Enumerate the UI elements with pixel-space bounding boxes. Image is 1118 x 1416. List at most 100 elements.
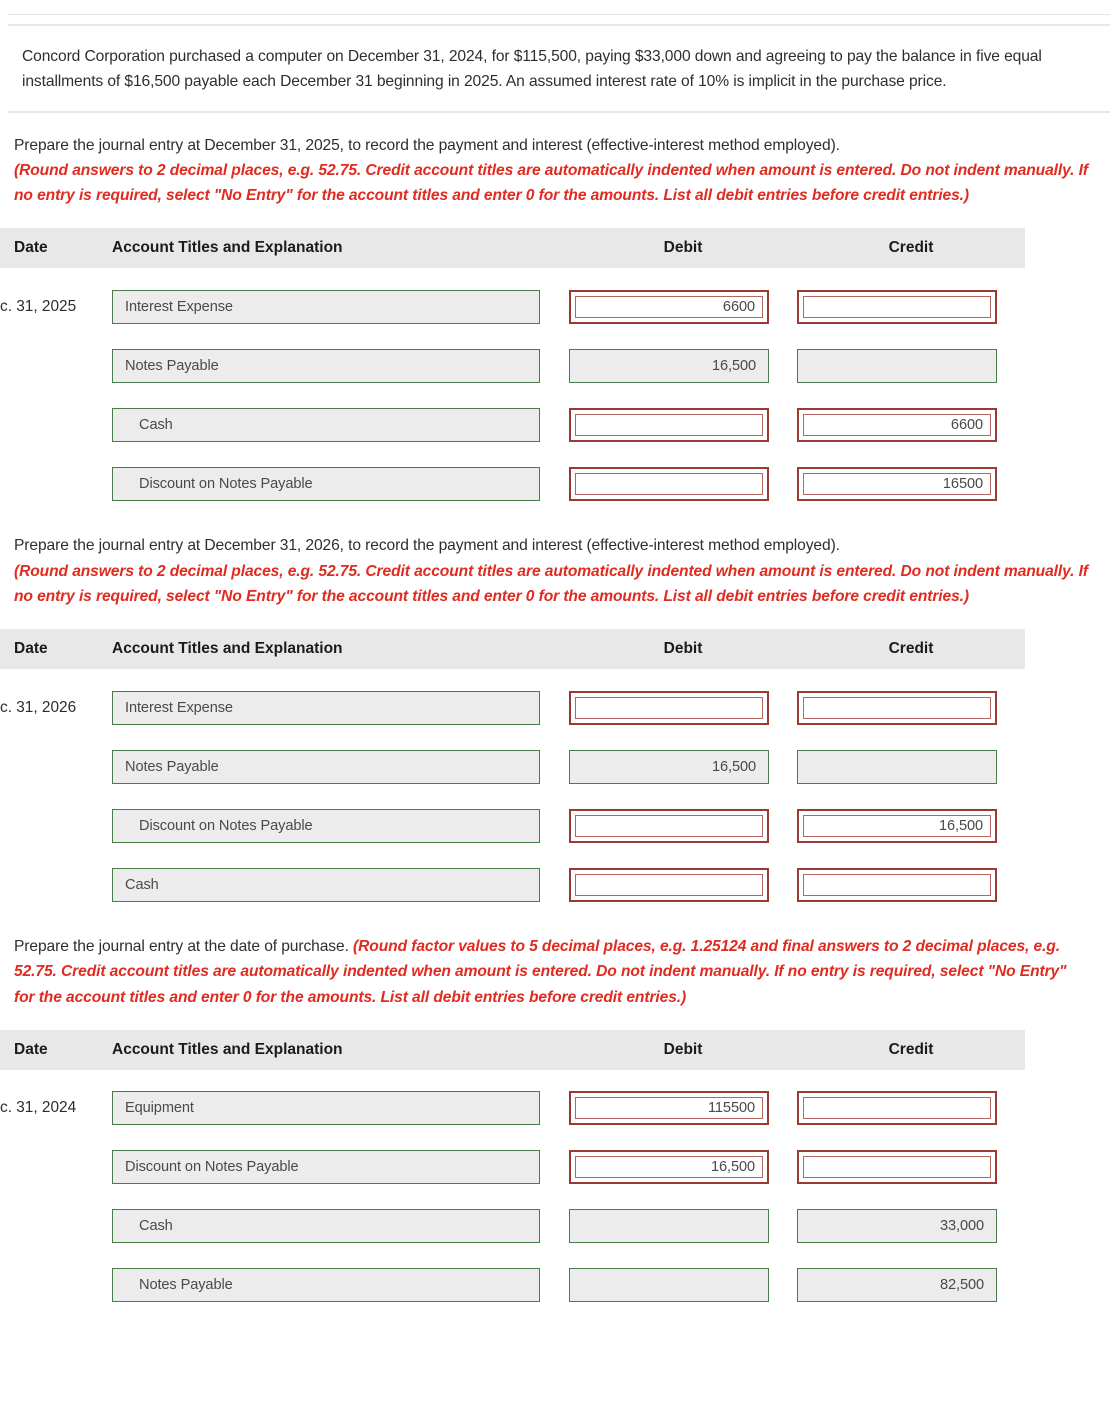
debit-cell: [569, 808, 797, 843]
entry-date-label: c. 31, 2024: [0, 1099, 77, 1117]
account-cell: Equipment: [112, 1091, 569, 1126]
credit-cell: 16,500: [797, 808, 1025, 843]
debit-amount-input[interactable]: [569, 466, 769, 501]
table-row: Notes Payable 82,500: [0, 1256, 1025, 1315]
requirement-prompt: Prepare the journal entry at December 31…: [14, 537, 840, 555]
requirement-text: Prepare the journal entry at December 31…: [0, 113, 1118, 219]
debit-amount-input[interactable]: [569, 808, 769, 843]
debit-cell: 16,500: [569, 1150, 797, 1185]
table-row: Discount on Notes Payable 16,500: [0, 1138, 1025, 1197]
table-row: Discount on Notes Payable 16,500: [0, 796, 1025, 855]
credit-cell: 82,500: [797, 1268, 1025, 1303]
credit-amount-input[interactable]: [797, 1091, 997, 1126]
credit-amount-input[interactable]: 6600: [797, 407, 997, 442]
credit-amount-input[interactable]: [797, 1150, 997, 1185]
requirement-note: (Round answers to 2 decimal places, e.g.…: [14, 562, 1088, 605]
table-row: Discount on Notes Payable 16500: [0, 454, 1025, 513]
account-title-select[interactable]: Discount on Notes Payable: [112, 466, 540, 501]
account-title-select[interactable]: Cash: [112, 1209, 540, 1244]
account-title-select[interactable]: Interest Expense: [112, 690, 540, 725]
problem-statement: Concord Corporation purchased a computer…: [22, 48, 1042, 91]
credit-cell: [797, 690, 1025, 725]
debit-amount-input[interactable]: [569, 407, 769, 442]
account-cell: Cash: [112, 867, 569, 902]
credit-amount-input[interactable]: [797, 289, 997, 324]
debit-amount-input[interactable]: [569, 1209, 769, 1244]
credit-cell: [797, 289, 1025, 324]
credit-cell: 16500: [797, 466, 1025, 501]
column-header-account: Account Titles and Explanation: [112, 640, 343, 657]
credit-amount-input[interactable]: 16500: [797, 466, 997, 501]
credit-amount-input[interactable]: [797, 690, 997, 725]
journal-section: Prepare the journal entry at December 31…: [0, 513, 1118, 914]
account-title-select[interactable]: Notes Payable: [112, 749, 540, 784]
debit-cell: [569, 1209, 797, 1244]
account-cell: Cash: [112, 1209, 569, 1244]
debit-cell: 115500: [569, 1091, 797, 1126]
column-header-debit: Debit: [663, 1040, 703, 1058]
column-header-account: Account Titles and Explanation: [112, 1040, 343, 1058]
account-cell: Notes Payable: [112, 749, 569, 784]
requirement-text: Prepare the journal entry at December 31…: [0, 513, 1118, 619]
account-title-select[interactable]: Notes Payable: [112, 348, 540, 383]
account-cell: Notes Payable: [112, 1268, 569, 1303]
debit-amount-input[interactable]: [569, 690, 769, 725]
debit-amount-input[interactable]: 16,500: [569, 348, 769, 383]
account-title-select[interactable]: Interest Expense: [112, 289, 540, 324]
credit-amount-input[interactable]: 16,500: [797, 808, 997, 843]
account-cell: Discount on Notes Payable: [112, 1150, 569, 1185]
debit-amount-input[interactable]: 16,500: [569, 749, 769, 784]
column-header-debit: Debit: [663, 640, 703, 657]
credit-amount-input[interactable]: [797, 348, 997, 383]
journal-section: Prepare the journal entry at December 31…: [0, 113, 1118, 514]
account-title-select[interactable]: Discount on Notes Payable: [112, 1150, 540, 1185]
account-title-select[interactable]: Cash: [112, 407, 540, 442]
debit-cell: [569, 466, 797, 501]
credit-amount-input[interactable]: [797, 867, 997, 902]
debit-cell: [569, 867, 797, 902]
column-header-date: Date: [14, 640, 48, 657]
debit-amount-input[interactable]: 16,500: [569, 1150, 769, 1185]
column-header-date: Date: [14, 239, 48, 257]
sections-container: Prepare the journal entry at December 31…: [0, 113, 1118, 1315]
table-row: c. 31, 2026 Interest Expense: [0, 678, 1025, 737]
table-header-row: Date Account Titles and Explanation Debit C…: [0, 629, 1025, 669]
column-header-debit: Debit: [663, 239, 703, 257]
account-title-select[interactable]: Notes Payable: [112, 1268, 540, 1303]
account-cell: Interest Expense: [112, 289, 569, 324]
account-cell: Cash: [112, 407, 569, 442]
debit-cell: 6600: [569, 289, 797, 324]
column-header-credit: Credit: [888, 239, 934, 257]
credit-cell: [797, 867, 1025, 902]
credit-amount-input[interactable]: 82,500: [797, 1268, 997, 1303]
account-title-select[interactable]: Cash: [112, 867, 540, 902]
table-row: Cash: [0, 855, 1025, 914]
exercise-page: Concord Corporation purchased a computer…: [0, 0, 1118, 1315]
credit-amount-input[interactable]: [797, 749, 997, 784]
debit-cell: 16,500: [569, 749, 797, 784]
debit-amount-input[interactable]: 6600: [569, 289, 769, 324]
credit-cell: [797, 749, 1025, 784]
column-header-date: Date: [14, 1040, 48, 1058]
requirement-prompt: Prepare the journal entry at December 31…: [14, 136, 840, 154]
requirement-prompt: Prepare the journal entry at the date of…: [14, 938, 349, 955]
credit-amount-input[interactable]: 33,000: [797, 1209, 997, 1244]
credit-cell: [797, 348, 1025, 383]
table-header-row: Date Account Titles and Explanation Debit C…: [0, 1029, 1025, 1070]
journal-section: Prepare the journal entry at the date of…: [0, 914, 1118, 1315]
top-spacer: [0, 0, 1118, 14]
debit-amount-input[interactable]: [569, 1268, 769, 1303]
table-row: c. 31, 2025 Interest Expense 6600: [0, 277, 1025, 336]
credit-cell: 33,000: [797, 1209, 1025, 1244]
credit-cell: [797, 1091, 1025, 1126]
column-header-account: Account Titles and Explanation: [112, 239, 343, 257]
debit-amount-input[interactable]: 115500: [569, 1091, 769, 1126]
column-header-credit: Credit: [888, 640, 934, 657]
table-row: Cash 6600: [0, 395, 1025, 454]
debit-amount-input[interactable]: [569, 867, 769, 902]
account-title-select[interactable]: Discount on Notes Payable: [112, 808, 540, 843]
debit-cell: 16,500: [569, 348, 797, 383]
table-header-row: Date Account Titles and Explanation Debit C…: [0, 228, 1025, 269]
account-title-select[interactable]: Equipment: [112, 1091, 540, 1126]
table-row: c. 31, 2024 Equipment 115500: [0, 1079, 1025, 1138]
